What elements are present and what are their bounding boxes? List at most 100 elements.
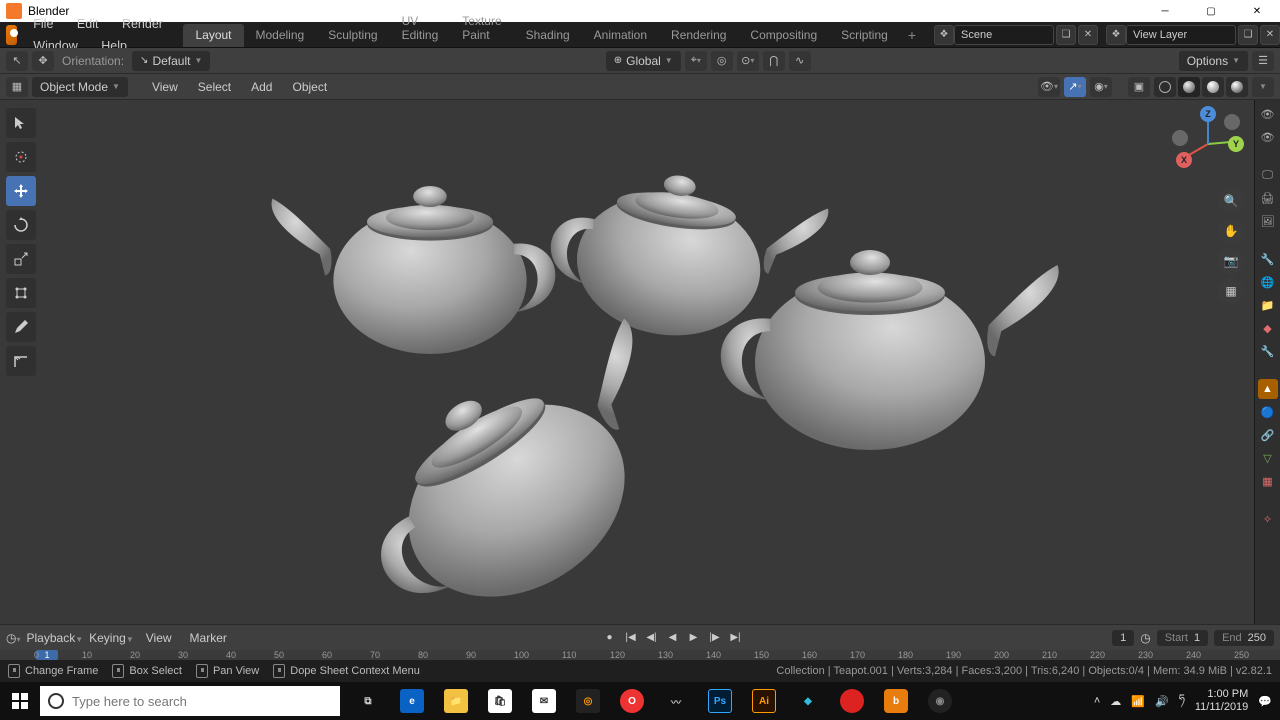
menu-select[interactable]: Select	[190, 80, 239, 94]
pan-icon[interactable]: ✋	[1218, 218, 1244, 244]
taskbar-obs[interactable]: ◉	[918, 682, 962, 720]
xray-icon[interactable]: ▣	[1128, 77, 1150, 97]
tab-rendering[interactable]: Rendering	[659, 24, 738, 47]
taskbar-app1[interactable]: ◎	[566, 682, 610, 720]
tab-shading[interactable]: Shading	[514, 24, 582, 47]
taskbar-mail[interactable]: ✉	[522, 682, 566, 720]
tab-sculpting[interactable]: Sculpting	[316, 24, 389, 47]
maximize-button[interactable]: ▢	[1188, 0, 1234, 22]
camera-view-icon[interactable]: 📷	[1218, 248, 1244, 274]
taskbar-edge[interactable]: e	[390, 682, 434, 720]
menu-edit[interactable]: Edit	[67, 13, 109, 35]
curve-icon[interactable]: ∿	[789, 51, 811, 71]
minimize-button[interactable]: ─	[1142, 0, 1188, 22]
overlays-icon[interactable]: ◉▾	[1090, 77, 1112, 97]
scene-delete-button[interactable]: ✕	[1078, 25, 1098, 45]
proportional-edit-icon[interactable]: ◎	[711, 51, 733, 71]
taskbar-explorer[interactable]: 📁	[434, 682, 478, 720]
tab-layout[interactable]: Layout	[183, 24, 243, 47]
3d-viewport[interactable]: Z Y X 🔍 ✋ 📷 ▦	[0, 100, 1254, 624]
snap-dropdown[interactable]: ⌖▾	[685, 51, 707, 71]
move-tool-icon[interactable]: ✥	[32, 51, 54, 71]
shading-options-dropdown[interactable]: ▼	[1252, 77, 1274, 97]
shading-rendered[interactable]	[1226, 77, 1248, 97]
prop-collection-icon[interactable]: 📁	[1258, 295, 1278, 315]
viewlayer-field[interactable]: View Layer	[1126, 25, 1236, 45]
scene-browse-icon[interactable]: ❖	[934, 25, 954, 45]
menu-view[interactable]: View	[144, 80, 186, 94]
taskbar-ps[interactable]: Ps	[698, 682, 742, 720]
prop-texture-icon[interactable]: ▦	[1258, 471, 1278, 491]
tool-annotate[interactable]	[6, 312, 36, 342]
outliner-eye2-icon[interactable]: 👁	[1258, 127, 1278, 147]
add-workspace-button[interactable]: +	[900, 23, 924, 47]
timeline-ruler[interactable]: 1 01020304050607080901001101201301401501…	[0, 650, 1280, 660]
viewlayer-new-button[interactable]: ❏	[1238, 25, 1258, 45]
taskview-icon[interactable]: ⧉	[346, 682, 390, 720]
taskbar-ai[interactable]: Ai	[742, 682, 786, 720]
tab-animation[interactable]: Animation	[582, 24, 659, 47]
taskbar-app3[interactable]: ◆	[786, 682, 830, 720]
start-button[interactable]	[0, 682, 40, 720]
taskbar-opera[interactable]: O	[610, 682, 654, 720]
tool-cursor[interactable]	[6, 142, 36, 172]
outliner-eye-icon[interactable]: 👁	[1258, 104, 1278, 124]
taskbar-search[interactable]: Type here to search	[40, 686, 340, 716]
menu-render[interactable]: Render	[112, 13, 173, 35]
cursor-tool-icon[interactable]: ↖	[6, 51, 28, 71]
tray-notifications-icon[interactable]: 💬	[1258, 695, 1272, 708]
editor-type-icon[interactable]: ▦	[6, 77, 28, 97]
prop-object-icon[interactable]: ◆	[1258, 318, 1278, 338]
orientation-dropdown[interactable]: ↘ Default ▼	[132, 51, 210, 71]
prop-material-icon[interactable]: ▽	[1258, 448, 1278, 468]
pivot-dropdown[interactable]: ⊙▾	[737, 51, 759, 71]
shading-solid[interactable]	[1178, 77, 1200, 97]
prop-render-icon[interactable]: 🖵	[1258, 165, 1278, 185]
mode-dropdown[interactable]: Object Mode▼	[32, 77, 128, 97]
tab-texpaint[interactable]: Texture Paint	[450, 10, 513, 47]
close-button[interactable]: ✕	[1234, 0, 1280, 22]
prop-physics-icon[interactable]: 🔵	[1258, 402, 1278, 422]
blender-logo-icon[interactable]	[6, 25, 17, 45]
viewlayer-browse-icon[interactable]: ❖	[1106, 25, 1126, 45]
taskbar-store[interactable]: 🛍	[478, 682, 522, 720]
menu-file[interactable]: File	[23, 13, 63, 35]
tool-move[interactable]	[6, 176, 36, 206]
tray-chevron-icon[interactable]: ˄	[1094, 695, 1100, 707]
playhead[interactable]: 1	[36, 650, 58, 660]
transform-orientation-dropdown[interactable]: ⊕Global▼	[606, 51, 681, 71]
gizmo-toggle-icon[interactable]: ↗▾	[1064, 77, 1086, 97]
taskbar-app4[interactable]	[830, 682, 874, 720]
taskbar-blender[interactable]: b	[874, 682, 918, 720]
perspective-toggle-icon[interactable]: ▦	[1218, 278, 1244, 304]
tab-scripting[interactable]: Scripting	[829, 24, 900, 47]
tool-rotate[interactable]	[6, 210, 36, 240]
viewlayer-delete-button[interactable]: ✕	[1260, 25, 1280, 45]
tray-cloud-icon[interactable]: ☁	[1110, 695, 1121, 708]
tray-wifi-icon[interactable]: 📶	[1131, 695, 1145, 708]
tab-uv[interactable]: UV Editing	[390, 10, 451, 47]
tray-clock[interactable]: 1:00 PM11/11/2019	[1195, 688, 1248, 713]
menu-add[interactable]: Add	[243, 80, 280, 94]
menu-object[interactable]: Object	[284, 80, 335, 94]
tool-scale[interactable]	[6, 244, 36, 274]
overlay-visibility-icon[interactable]: 👁▾	[1038, 77, 1060, 97]
scene-name-field[interactable]: Scene	[954, 25, 1054, 45]
taskbar-app2[interactable]: 〰	[654, 682, 698, 720]
prop-modifiers-icon[interactable]: 🔧	[1258, 341, 1278, 361]
prop-constraints-icon[interactable]: 🔗	[1258, 425, 1278, 445]
scene-new-button[interactable]: ❏	[1056, 25, 1076, 45]
prop-particles-icon[interactable]: ✧	[1258, 509, 1278, 529]
orientation-gizmo[interactable]: Z Y X	[1172, 108, 1244, 180]
options-dropdown[interactable]: Options▼	[1179, 51, 1248, 71]
shading-wireframe[interactable]	[1154, 77, 1176, 97]
prop-scene-icon[interactable]: 🔧	[1258, 249, 1278, 269]
tool-transform[interactable]	[6, 278, 36, 308]
prop-viewlayer-icon[interactable]: 🖼	[1258, 211, 1278, 231]
tool-measure[interactable]	[6, 346, 36, 376]
prop-objdata-icon[interactable]: ▲	[1258, 379, 1278, 399]
tray-lang[interactable]: ཧ	[1179, 686, 1185, 717]
tray-volume-icon[interactable]: 🔊	[1155, 695, 1169, 708]
prop-world-icon[interactable]: 🌐	[1258, 272, 1278, 292]
magnet-icon[interactable]: ⋂	[763, 51, 785, 71]
